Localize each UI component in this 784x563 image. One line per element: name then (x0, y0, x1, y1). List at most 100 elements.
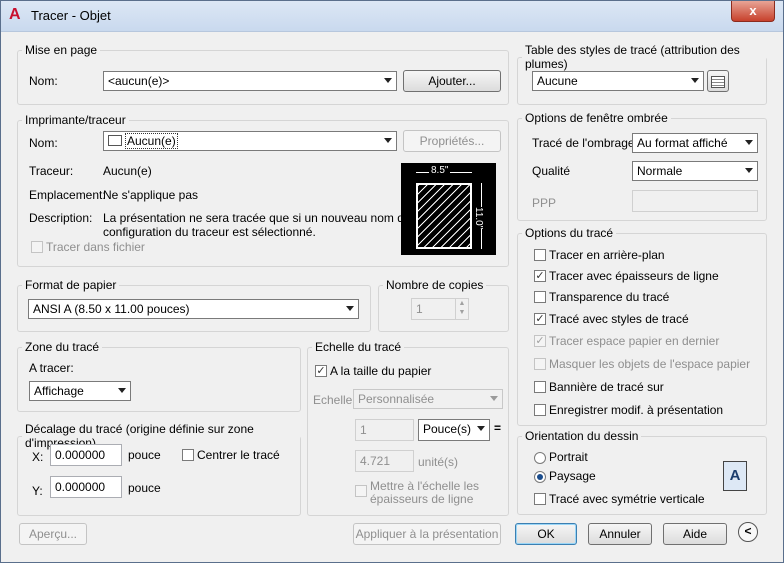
fit-to-paper-label: A la taille du papier (330, 364, 432, 378)
plot-scale-legend: Echelle du tracé (315, 340, 402, 354)
description-label: Description: (29, 211, 93, 225)
printer-properties-button[interactable]: Propriétés... (403, 130, 501, 152)
copies-value: 1 (416, 302, 423, 316)
chevron-down-icon (346, 306, 354, 311)
scale-lineweights-label-2: épaisseurs de ligne (370, 492, 474, 506)
upside-down-label: Tracé avec symétrie verticale (549, 492, 705, 506)
scale-unit-value: Pouce(s) (423, 422, 472, 436)
offset-x-input[interactable]: 0.000000 (50, 444, 122, 466)
plot-to-file-checkbox[interactable] (31, 241, 43, 253)
landscape-label: Paysage (549, 469, 596, 483)
dpi-input[interactable] (632, 190, 758, 212)
scale-inches-input[interactable]: 1 (355, 419, 414, 441)
scale-dropdown[interactable]: Personnalisée (353, 389, 503, 409)
plot-stamp-checkbox[interactable] (534, 381, 546, 393)
chevron-down-icon (118, 388, 126, 393)
center-plot-checkbox[interactable] (182, 449, 194, 461)
page-setup-legend: Mise en page (25, 43, 98, 57)
page-setup-name-value: <aucun(e)> (108, 74, 170, 88)
plot-background-label: Tracer en arrière-plan (549, 248, 665, 262)
edit-plot-style-button[interactable] (707, 70, 729, 92)
offset-y-input[interactable]: 0.000000 (50, 476, 122, 498)
plot-lineweights-label: Tracer avec épaisseurs de ligne (549, 269, 719, 283)
fit-to-paper-checkbox[interactable]: ✓ (315, 365, 327, 377)
portrait-radio[interactable] (534, 452, 546, 464)
chevron-down-icon (691, 78, 699, 83)
landscape-radio[interactable] (534, 471, 546, 483)
center-plot-label: Centrer le tracé (197, 448, 280, 462)
scale-unit-dropdown[interactable]: Pouce(s) (418, 419, 490, 441)
add-page-setup-button[interactable]: Ajouter... (403, 70, 501, 92)
offset-x-unit: pouce (128, 448, 161, 462)
plot-options-legend: Options du tracé (525, 226, 614, 240)
paper-size-dropdown[interactable]: ANSI A (8.50 x 11.00 pouces) (28, 299, 359, 319)
copies-spinner[interactable]: ▲ ▼ (455, 299, 468, 319)
title-bar: A Tracer - Objet x (1, 1, 783, 32)
quality-dropdown[interactable]: Normale (632, 161, 758, 181)
plot-with-styles-checkbox[interactable]: ✓ (534, 313, 546, 325)
what-to-plot-dropdown[interactable]: Affichage (29, 381, 131, 401)
scale-lineweights-label-1: Mettre à l'échelle les (370, 479, 480, 493)
printer-name-value: Aucun(e) (125, 133, 178, 149)
plot-transparency-checkbox[interactable] (534, 291, 546, 303)
paperspace-last-label: Tracer espace papier en dernier (549, 334, 720, 348)
scale-units-label: unité(s) (418, 455, 459, 469)
hide-paperspace-objects-checkbox[interactable] (534, 358, 546, 370)
offset-y-unit: pouce (128, 481, 161, 495)
paperspace-last-checkbox[interactable]: ✓ (534, 335, 546, 347)
upside-down-checkbox[interactable] (534, 493, 546, 505)
paper-size-value: ANSI A (8.50 x 11.00 pouces) (33, 302, 190, 316)
cancel-button[interactable]: Annuler (588, 523, 652, 545)
shade-plot-dropdown[interactable]: Au format affiché (632, 133, 758, 153)
plot-background-checkbox[interactable] (534, 249, 546, 261)
location-label: Emplacement: (29, 188, 106, 202)
plotter-label: Traceur: (29, 164, 74, 178)
preview-button[interactable]: Aperçu... (19, 523, 87, 545)
chevron-down-icon (745, 168, 753, 173)
scale-label: Echelle: (313, 393, 356, 407)
autocad-logo-icon: A (9, 6, 21, 23)
chevron-down-icon (384, 138, 392, 143)
copies-input[interactable]: 1 ▲ ▼ (411, 298, 469, 320)
offset-y-label: Y: (32, 484, 43, 498)
scale-value: Personnalisée (358, 392, 435, 406)
plot-style-table-value: Aucune (537, 74, 578, 88)
plot-transparency-label: Transparence du tracé (549, 290, 670, 304)
equals-sign: = (494, 421, 502, 435)
ok-button[interactable]: OK (515, 523, 577, 545)
description-line-1: La présentation ne sera tracée que si un… (103, 211, 411, 225)
plot-area-legend: Zone du tracé (25, 340, 100, 354)
plot-with-styles-label: Tracé avec styles de tracé (549, 312, 689, 326)
apply-to-layout-button[interactable]: Appliquer à la présentation (353, 523, 501, 545)
save-changes-layout-checkbox[interactable] (534, 404, 546, 416)
paper-preview-hatch (416, 183, 472, 249)
shade-plot-label: Tracé de l'ombrage (532, 136, 635, 150)
plot-to-file-label: Tracer dans fichier (46, 240, 145, 254)
plot-area-group: Zone du tracé (17, 340, 301, 412)
paper-height-label: 11.0" (473, 207, 484, 230)
what-to-plot-value: Affichage (34, 384, 84, 398)
chevron-down-icon (745, 140, 753, 145)
dpi-label: PPP (532, 196, 557, 210)
plot-style-table-dropdown[interactable]: Aucune (532, 71, 704, 91)
scale-lineweights-checkbox[interactable] (355, 485, 367, 497)
plot-stamp-label: Bannière de tracé sur (549, 380, 664, 394)
drawing-orientation-legend: Orientation du dessin (525, 429, 639, 443)
portrait-label: Portrait (549, 450, 588, 464)
save-changes-layout-label: Enregistrer modif. à présentation (549, 403, 724, 417)
plot-lineweights-checkbox[interactable]: ✓ (534, 270, 546, 282)
spin-up-icon: ▲ (458, 300, 466, 307)
shade-plot-value: Au format affiché (637, 136, 728, 150)
copies-legend: Nombre de copies (386, 278, 484, 292)
printer-name-dropdown[interactable]: Aucun(e) (103, 131, 397, 151)
spin-down-icon: ▼ (458, 309, 466, 316)
help-button[interactable]: Aide (663, 523, 727, 545)
collapse-options-icon[interactable]: < (738, 522, 758, 542)
chevron-down-icon (490, 396, 498, 401)
what-to-plot-label: A tracer: (29, 361, 74, 375)
printer-icon (108, 135, 122, 146)
close-button[interactable]: x (731, 1, 775, 22)
scale-units-input[interactable]: 4.721 (355, 450, 414, 472)
quality-label: Qualité (532, 164, 571, 178)
page-setup-name-dropdown[interactable]: <aucun(e)> (103, 71, 397, 91)
